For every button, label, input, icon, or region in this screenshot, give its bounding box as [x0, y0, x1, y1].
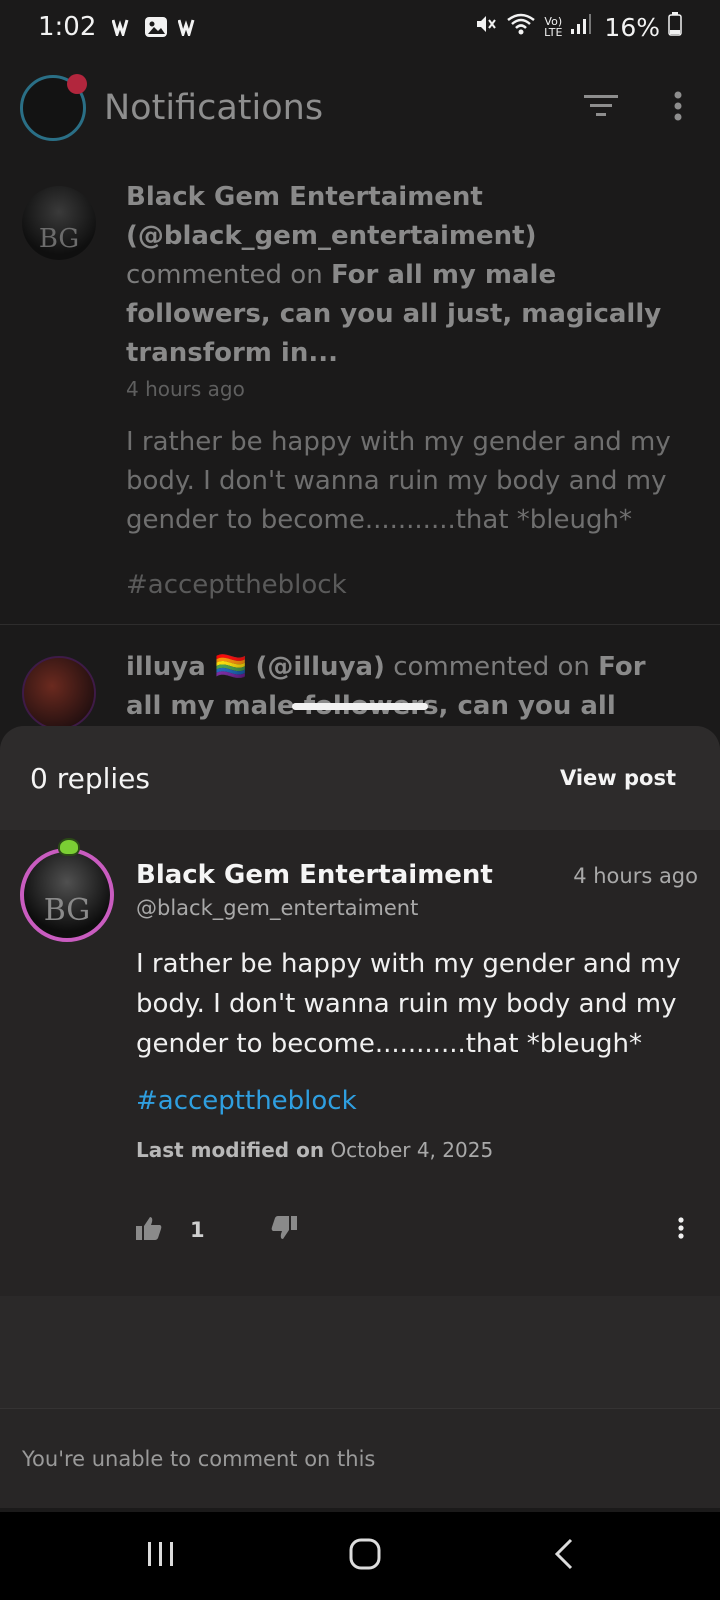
like-count: 1 — [190, 1218, 205, 1242]
comment-author[interactable]: Black Gem Entertaiment — [136, 860, 493, 890]
signal-icon — [570, 12, 592, 42]
comment-time: 4 hours ago — [573, 864, 698, 888]
avatar[interactable]: BG — [20, 838, 114, 942]
wifi-icon — [506, 12, 536, 43]
notification-body: I rather be happy with my gender and my … — [126, 427, 671, 535]
comment-body: I rather be happy with my gender and my … — [136, 949, 681, 1059]
divider — [0, 624, 720, 625]
volte-icon: Vo) LTE — [544, 15, 563, 39]
avatar: BG — [22, 186, 96, 260]
profile-avatar[interactable] — [20, 74, 87, 141]
comment-disabled-notice: You're unable to comment on this — [0, 1408, 720, 1508]
last-modified-date: October 4, 2025 — [330, 1138, 494, 1162]
status-time: 1:02 — [38, 12, 97, 42]
notification-item[interactable]: illuya 🏳️‍🌈 (@illuya) commented on For a… — [0, 648, 720, 730]
view-post-button[interactable]: View post — [560, 766, 676, 790]
thumbs-down-icon[interactable] — [271, 1216, 297, 1244]
comment-handle: @black_gem_entertaiment — [136, 896, 419, 920]
app-bar: Notifications — [0, 60, 720, 156]
comment-actions: 1 — [136, 1216, 684, 1244]
empty-replies-area — [0, 1296, 720, 1408]
notification-badge — [67, 74, 87, 94]
webtoon-icon — [178, 18, 200, 36]
replies-count: 0 replies — [30, 761, 150, 795]
thumbs-up-icon[interactable] — [136, 1216, 162, 1244]
status-bar: 1:02 Vo) LTE 16% — [0, 0, 720, 54]
notification-author: illuya 🏳️‍🌈 — [126, 652, 248, 682]
sheet-drag-handle[interactable] — [292, 703, 428, 710]
back-icon[interactable] — [554, 1538, 574, 1574]
home-icon[interactable] — [349, 1538, 381, 1574]
last-modified: Last modified on October 4, 2025 — [136, 1138, 698, 1162]
more-vert-icon[interactable] — [674, 91, 682, 125]
notification-author: Black Gem Entertaiment — [126, 182, 483, 212]
last-modified-label: Last modified on — [136, 1138, 325, 1162]
notification-hashtag[interactable]: #accepttheblock — [126, 570, 680, 600]
filter-icon[interactable] — [584, 93, 618, 123]
recents-icon[interactable] — [146, 1540, 176, 1572]
notification-handle: (@illuya) — [255, 652, 385, 682]
comment: BG Black Gem Entertaiment 4 hours ago @b… — [0, 830, 720, 1300]
notification-item[interactable]: BG Black Gem Entertaiment (@black_gem_en… — [0, 178, 720, 600]
sheet-header: 0 replies View post — [0, 726, 720, 830]
page-title: Notifications — [104, 88, 324, 128]
more-vert-icon[interactable] — [678, 1217, 684, 1243]
replies-sheet: 0 replies View post BG Black Gem Enterta… — [0, 726, 720, 1508]
comment-hashtag[interactable]: #accepttheblock — [136, 1086, 698, 1116]
frog-badge-icon — [58, 838, 80, 856]
notification-handle: (@black_gem_entertaiment) — [126, 221, 537, 251]
notification-action: commented on — [393, 652, 590, 682]
system-nav-bar — [0, 1512, 720, 1600]
image-icon — [144, 16, 168, 38]
battery-icon — [668, 11, 682, 43]
notification-time: 4 hours ago — [126, 377, 245, 401]
notification-action: commented on — [126, 260, 323, 290]
battery-percent: 16% — [604, 12, 660, 42]
avatar — [22, 656, 96, 730]
webtoon-icon — [112, 18, 134, 36]
mute-icon — [474, 12, 498, 43]
